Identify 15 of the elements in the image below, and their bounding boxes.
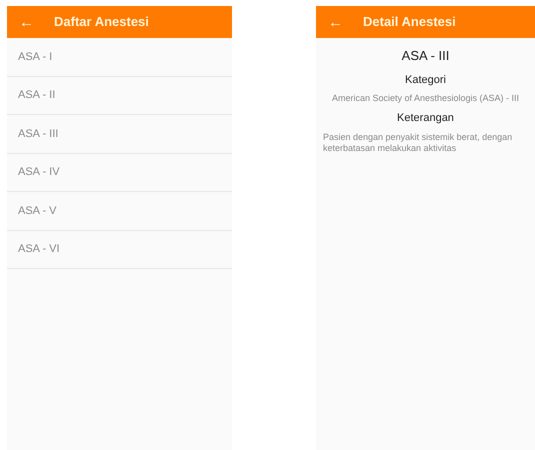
screen-title: Daftar Anestesi bbox=[54, 13, 149, 32]
list-item[interactable]: ASA - I bbox=[7, 38, 232, 76]
list-item[interactable]: ASA - V bbox=[7, 192, 232, 230]
section-label: Keterangan bbox=[397, 111, 454, 126]
list-item[interactable]: ASA - IV bbox=[7, 154, 232, 192]
list-item[interactable]: ASA - III bbox=[7, 115, 232, 154]
section-text: American Society of Anesthesiologis (ASA) - III bbox=[330, 93, 520, 104]
section-text: Pasien dengan penyakit sistemik berat, dengan keterbatasan melakukan aktivitas bbox=[322, 132, 514, 154]
screen-title: Detail Anestesi bbox=[363, 13, 456, 32]
list-item[interactable]: ASA - VI bbox=[7, 230, 232, 269]
detail-heading: ASA - III bbox=[402, 47, 450, 65]
list-item[interactable]: ASA - II bbox=[7, 76, 232, 115]
back-button[interactable]: ← bbox=[328, 14, 343, 30]
back-button[interactable]: ← bbox=[19, 14, 34, 30]
section-label: Kategori bbox=[405, 72, 446, 88]
